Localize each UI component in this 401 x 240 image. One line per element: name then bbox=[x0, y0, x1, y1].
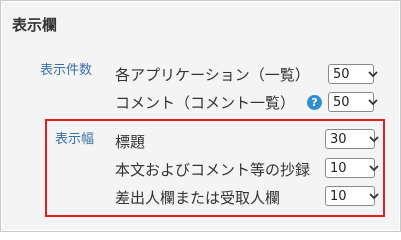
section-title: 表示欄 bbox=[12, 16, 58, 34]
app-list-count-select[interactable]: 50 bbox=[328, 64, 378, 84]
help-icon[interactable]: ? bbox=[307, 95, 322, 110]
select-value: 50 bbox=[333, 67, 350, 82]
row-label-app-list: 各アプリケーション（一覧） bbox=[115, 66, 310, 84]
settings-frame: 表示欄 表示件数 各アプリケーション（一覧） 50 コメント（コメント一覧） ?… bbox=[0, 0, 401, 232]
display-column-panel: 表示欄 表示件数 各アプリケーション（一覧） 50 コメント（コメント一覧） ?… bbox=[2, 2, 399, 230]
row-label-comment-list: コメント（コメント一覧） bbox=[115, 94, 296, 112]
highlight-box bbox=[45, 119, 385, 217]
display-count-label: 表示件数 bbox=[40, 63, 93, 78]
comment-list-count-select[interactable]: 50 bbox=[328, 92, 378, 112]
select-value: 50 bbox=[333, 95, 350, 110]
